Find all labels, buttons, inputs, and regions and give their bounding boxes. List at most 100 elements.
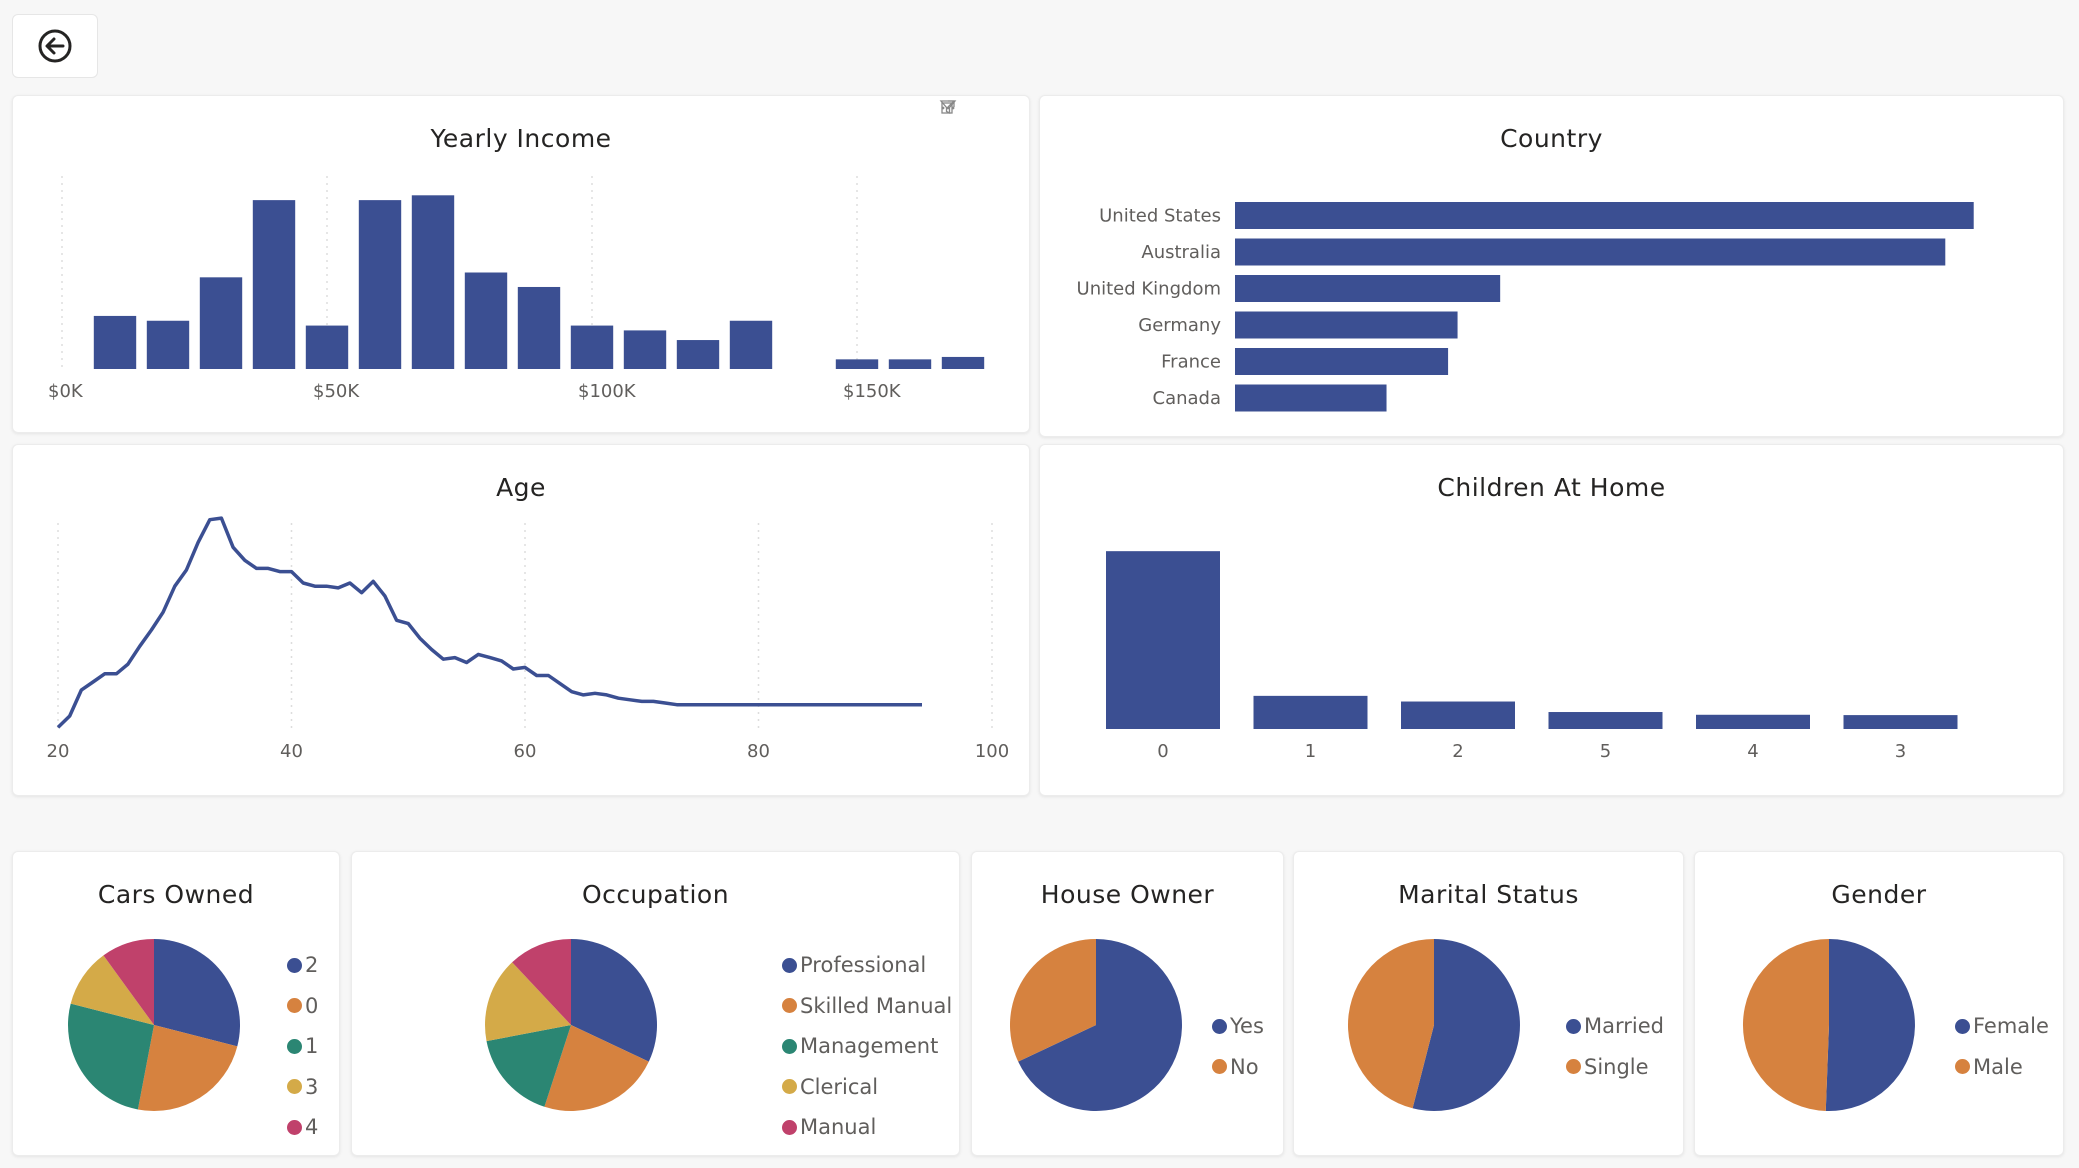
bar <box>358 200 402 369</box>
legend-item[interactable]: 0 <box>287 986 318 1027</box>
age-series-line <box>56 516 922 729</box>
gender-card[interactable]: Gender Female Male <box>1694 851 2064 1156</box>
bar <box>1235 275 1501 302</box>
legend-item[interactable]: Skilled Manual <box>782 986 952 1027</box>
legend-marker <box>782 1119 797 1135</box>
house-owner-chart <box>1009 939 1182 1111</box>
x-tick-label: 5 <box>1600 741 1611 762</box>
legend-marker <box>782 957 797 973</box>
legend: Yes No <box>1212 1006 1264 1087</box>
legend-item[interactable]: No <box>1212 1047 1264 1088</box>
legend-item[interactable]: 3 <box>287 1067 318 1108</box>
legend-marker <box>1955 1018 1970 1034</box>
pie-slice <box>1825 939 1915 1111</box>
legend: Professional Skilled Manual Management Cler… <box>782 945 952 1148</box>
legend-label: Clerical <box>800 1074 879 1099</box>
legend-marker <box>287 998 302 1014</box>
legend-item[interactable]: Single <box>1566 1047 1664 1088</box>
bar <box>623 330 667 369</box>
bar <box>199 277 243 369</box>
bar <box>146 320 190 369</box>
x-tick-label: 3 <box>1895 741 1906 762</box>
legend-label: Manual <box>800 1115 877 1140</box>
occupation-card[interactable]: Occupation Professional Skilled Manual Man… <box>351 851 960 1156</box>
legend-item[interactable]: Clerical <box>782 1067 952 1108</box>
house-owner-card[interactable]: House Owner Yes No <box>971 851 1284 1156</box>
yearly-income-chart: $0K $50K $100K $150K <box>48 176 985 402</box>
legend-marker <box>782 998 797 1014</box>
bar <box>1106 551 1220 729</box>
bar <box>1548 712 1663 729</box>
legend-label: Female <box>1973 1014 2049 1039</box>
legend-marker <box>1566 1018 1581 1034</box>
x-tick-label: 0 <box>1157 741 1168 762</box>
legend-label: 3 <box>305 1074 319 1099</box>
legend-label: Married <box>1584 1014 1664 1039</box>
legend: 2 0 1 3 4 <box>287 945 318 1148</box>
cars-owned-card[interactable]: Cars Owned 20134 <box>12 851 340 1156</box>
legend-item[interactable]: Married <box>1566 1006 1664 1047</box>
bar <box>1401 701 1515 729</box>
back-button[interactable] <box>12 14 98 78</box>
back-arrow-icon <box>38 29 72 63</box>
marital-status-card[interactable]: Marital Status Married Single <box>1293 851 1684 1156</box>
marital-status-chart <box>1347 939 1520 1111</box>
legend-item[interactable]: Yes <box>1212 1006 1264 1047</box>
legend-label: Skilled Manual <box>800 993 953 1018</box>
legend-label: 2 <box>305 953 319 978</box>
legend-label: 0 <box>305 993 319 1018</box>
bar <box>1235 311 1458 339</box>
yearly-income-card[interactable]: Yearly Income $0K $50K $100K $150K <box>12 95 1030 433</box>
legend-item[interactable]: Professional <box>782 945 952 986</box>
x-tick-label: 1 <box>1305 741 1316 762</box>
children-at-home-card[interactable]: Children At Home 012543 <box>1039 444 2064 796</box>
bar <box>676 340 720 369</box>
legend-item[interactable]: 2 <box>287 945 318 986</box>
bar <box>1253 695 1368 729</box>
legend-marker <box>287 957 302 973</box>
bar <box>1235 348 1449 375</box>
legend: Female Male <box>1955 1006 2049 1087</box>
age-chart: 20 40 60 80 100 <box>47 516 1009 762</box>
category-label: United Kingdom <box>1077 279 1221 300</box>
legend-marker <box>287 1038 302 1054</box>
category-label: Germany <box>1138 315 1221 336</box>
legend-item[interactable]: Male <box>1955 1047 2049 1088</box>
bar <box>1235 202 1974 229</box>
category-label: Australia <box>1141 242 1221 263</box>
legend-marker <box>1212 1059 1227 1075</box>
legend-label: Management <box>800 1034 939 1059</box>
x-tick-label: $150K <box>843 381 902 402</box>
legend-label: 4 <box>305 1115 319 1140</box>
legend-marker <box>287 1079 302 1095</box>
bar <box>305 325 349 369</box>
bar <box>93 315 137 369</box>
x-tick-label: $100K <box>578 381 637 402</box>
bar <box>517 286 561 369</box>
bar <box>570 325 614 369</box>
legend-marker <box>1566 1059 1581 1075</box>
legend-label: 1 <box>305 1034 319 1059</box>
category-label: Canada <box>1153 388 1222 409</box>
pie-slice <box>1742 939 1829 1111</box>
bar <box>1235 238 1946 266</box>
country-card[interactable]: Country United States Australia United Kin… <box>1039 95 2064 437</box>
bar <box>729 320 773 369</box>
country-chart: United States Australia United Kingdom Germ… <box>1077 202 1974 412</box>
x-tick-label: $50K <box>313 381 360 402</box>
bar <box>1843 715 1958 729</box>
legend-item[interactable]: Management <box>782 1026 952 1067</box>
legend-item[interactable]: Manual <box>782 1107 952 1148</box>
legend-marker <box>782 1038 797 1054</box>
legend-item[interactable]: Female <box>1955 1006 2049 1047</box>
bar <box>411 195 455 369</box>
x-tick-label: 100 <box>975 741 1009 762</box>
bar <box>464 272 508 369</box>
age-card[interactable]: Age 20 40 60 80 100 <box>12 444 1030 796</box>
legend-item[interactable]: 4 <box>287 1107 318 1148</box>
legend-label: Yes <box>1230 1014 1264 1039</box>
x-tick-label: 4 <box>1747 741 1758 762</box>
legend-item[interactable]: 1 <box>287 1026 318 1067</box>
bar <box>941 356 985 369</box>
legend-label: Male <box>1973 1054 2023 1079</box>
